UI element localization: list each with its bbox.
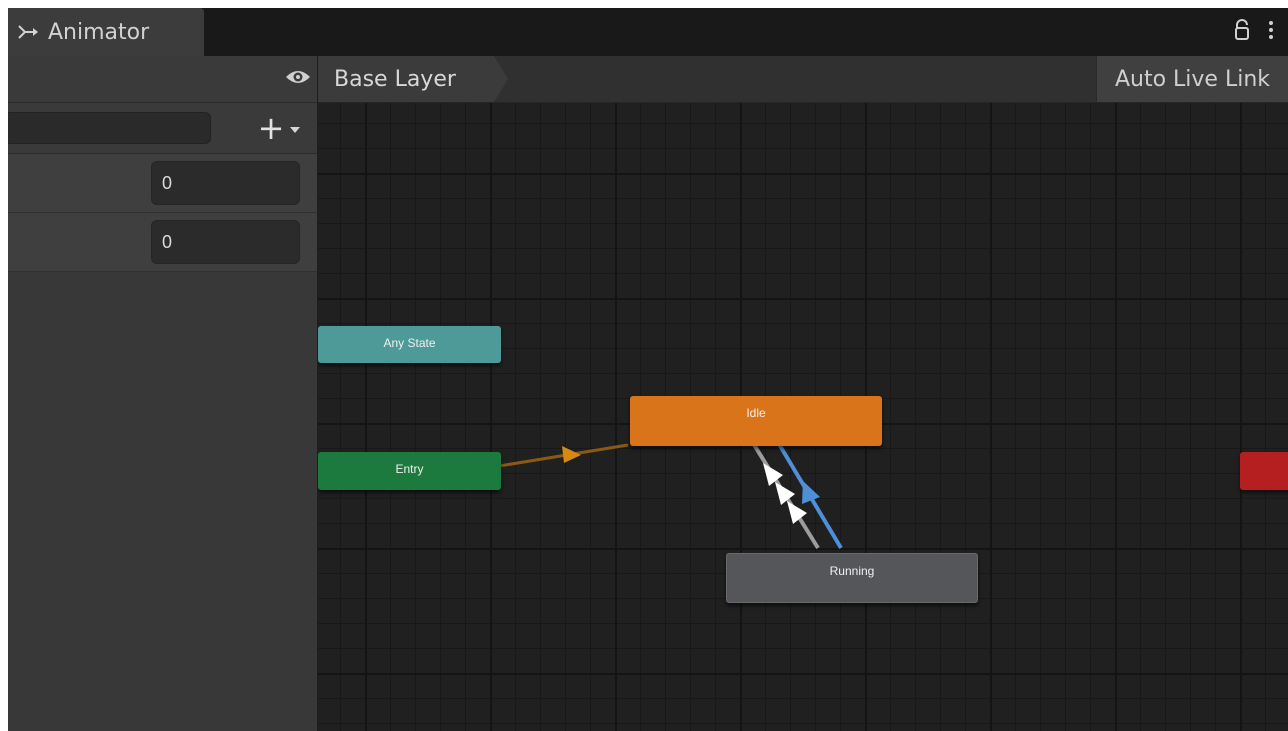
state-label: Running [829,564,875,578]
state-entry[interactable]: Entry [318,452,501,490]
parameter-row[interactable] [8,154,317,213]
state-label: Entry [395,462,424,476]
graph-toolbar: Base Layer Auto Live Link [318,56,1288,103]
parameter-row[interactable] [8,213,317,272]
parameters-panel: + [8,56,318,731]
state-label: Idle [746,406,766,420]
title-bar: Animator [8,8,1288,56]
add-parameter-button[interactable]: + [248,111,310,145]
state-label: Any State [383,336,436,350]
parameters-header [8,56,317,103]
parameter-search-input[interactable] [8,112,211,144]
transition-entry-to-idle[interactable] [492,443,629,469]
window-controls [1234,18,1274,46]
kebab-menu-icon[interactable] [1268,19,1274,45]
state-machine-graph[interactable]: Any State Entry Idle Running [318,103,1288,731]
auto-live-link-button[interactable]: Auto Live Link [1096,56,1288,102]
parameter-search-row: + [8,103,317,154]
state-any-state[interactable]: Any State [318,326,501,363]
eye-icon[interactable] [285,68,311,90]
breadcrumb-label: Base Layer [334,66,456,92]
animator-icon [18,24,40,40]
parameter-value-field[interactable] [151,220,300,264]
state-idle[interactable]: Idle [630,396,882,446]
lock-icon[interactable] [1234,19,1250,45]
chevron-down-icon [290,119,301,138]
animator-window: Animator + 0 0 Base Layer Auto Live Link… [8,8,1288,731]
state-exit[interactable] [1240,452,1288,490]
tab-animator[interactable]: Animator [8,8,204,56]
tab-title: Animator [48,19,150,45]
state-running[interactable]: Running [726,553,978,603]
plus-icon: + [257,109,285,147]
breadcrumb-base-layer[interactable]: Base Layer [318,56,508,102]
parameter-value-field[interactable] [151,161,300,205]
